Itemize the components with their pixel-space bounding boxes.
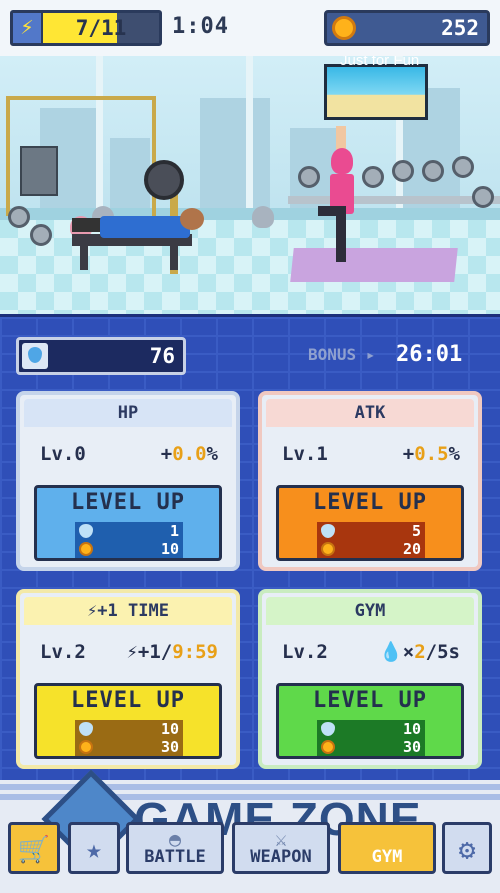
card-effect: +0.0%: [160, 443, 218, 465]
drop-cost: 1: [75, 522, 183, 540]
bonus-label: BONUS ▸: [308, 345, 376, 364]
lightning-icon: ⚡: [13, 13, 43, 43]
upgrade-panel: 76 BONUS ▸ 26:01 HP Lv.0 +0.0% LEVEL UP …: [0, 314, 500, 780]
dumbbell: [392, 160, 414, 182]
coin-cost: 20: [317, 540, 425, 558]
dumbbell: [422, 160, 444, 182]
coin-icon: [321, 740, 335, 754]
card-effect: ⚡+1/9:59: [126, 641, 218, 663]
card-level: Lv.0: [40, 443, 86, 465]
cart-icon: 🛒: [17, 835, 51, 865]
weight-stack: [20, 146, 58, 196]
card-title: ATK: [266, 399, 474, 427]
card-effect: +0.5%: [402, 443, 460, 465]
gym-scene: [0, 56, 500, 314]
star-icon: ★: [86, 835, 102, 865]
tab-label: WEAPON: [250, 847, 312, 867]
drop-icon: [321, 722, 335, 736]
dumbbell: [30, 224, 52, 246]
energy-meter: ⚡ 7/11: [10, 10, 162, 46]
drop-icon: [321, 524, 335, 538]
skyline-building: [200, 98, 270, 218]
tab-label: GYM: [371, 847, 403, 867]
wall-tv: [324, 64, 428, 120]
bench-leg: [80, 242, 88, 270]
kettlebell: [252, 206, 274, 228]
time-level-up-button[interactable]: LEVEL UP 10 30: [34, 683, 222, 759]
card-level: Lv.2: [282, 641, 328, 663]
bonus-timer: 26:01: [396, 342, 463, 367]
yoga-character-head: [331, 148, 353, 174]
sweat-drop-counter: 76: [16, 337, 186, 375]
card-level: Lv.2: [40, 641, 86, 663]
coin-amount: 252: [441, 16, 479, 40]
drop-icon: [79, 722, 93, 736]
coin-icon: [332, 16, 356, 40]
gym-upgrade-card: GYM Lv.2 💧×2/5s LEVEL UP 10 30: [258, 589, 482, 769]
coin-cost: 30: [317, 738, 425, 756]
dumbbell: [362, 166, 384, 188]
drop-amount: 76: [149, 344, 175, 368]
barbell-plate: [144, 160, 184, 200]
coin-icon: [79, 740, 93, 754]
shop-button[interactable]: 🛒: [8, 822, 60, 874]
coin-cost: 30: [75, 738, 183, 756]
dumbbell: [472, 186, 494, 208]
dumbbell-rack: [288, 196, 500, 204]
card-title: HP: [24, 399, 232, 427]
dumbbell: [298, 166, 320, 188]
yoga-mat: [290, 248, 458, 282]
lifter-head: [180, 208, 204, 230]
gear-icon: ⚙: [458, 833, 476, 866]
card-level: Lv.1: [282, 443, 328, 465]
hp-upgrade-card: HP Lv.0 +0.0% LEVEL UP 1 10: [16, 391, 240, 571]
dumbbell: [452, 156, 474, 178]
gym-tab[interactable]: GYM: [338, 822, 436, 874]
coin-cost: 10: [75, 540, 183, 558]
top-hud: ⚡ 7/11 1:04 252: [0, 0, 500, 56]
yoga-character-arms: [336, 126, 346, 150]
atk-upgrade-card: ATK Lv.1 +0.5% LEVEL UP 5 20: [258, 391, 482, 571]
drop-icon: [22, 343, 48, 369]
window-frame: [246, 56, 253, 218]
coin-icon: [321, 542, 335, 556]
card-title: GYM: [266, 597, 474, 625]
drop-icon: [79, 524, 93, 538]
drop-cost: 5: [317, 522, 425, 540]
coin-counter: 252: [324, 10, 490, 46]
card-title: ⚡+1 TIME: [24, 597, 232, 625]
weapon-tab[interactable]: ⚔ WEAPON: [232, 822, 330, 874]
energy-timer: 1:04: [172, 14, 229, 39]
tab-label: BATTLE: [144, 847, 206, 867]
drop-cost: 10: [317, 720, 425, 738]
time-upgrade-card: ⚡+1 TIME Lv.2 ⚡+1/9:59 LEVEL UP 10 30: [16, 589, 240, 769]
button-label: LEVEL UP: [313, 490, 427, 515]
yoga-character-knee: [318, 206, 338, 216]
button-label: LEVEL UP: [313, 688, 427, 713]
bench-press-character: [100, 216, 190, 238]
card-effect: 💧×2/5s: [379, 641, 460, 663]
ranking-button[interactable]: ★: [68, 822, 120, 874]
energy-count: 7/11: [75, 16, 127, 40]
bench-leg: [170, 242, 178, 270]
coin-icon: [79, 542, 93, 556]
settings-button[interactable]: ⚙: [442, 822, 492, 874]
button-label: LEVEL UP: [71, 490, 185, 515]
battle-tab[interactable]: ◓ BATTLE: [126, 822, 224, 874]
atk-level-up-button[interactable]: LEVEL UP 5 20: [276, 485, 464, 561]
hp-level-up-button[interactable]: LEVEL UP 1 10: [34, 485, 222, 561]
dumbbell: [8, 206, 30, 228]
button-label: LEVEL UP: [71, 688, 185, 713]
drop-cost: 10: [75, 720, 183, 738]
gym-level-up-button[interactable]: LEVEL UP 10 30: [276, 683, 464, 759]
